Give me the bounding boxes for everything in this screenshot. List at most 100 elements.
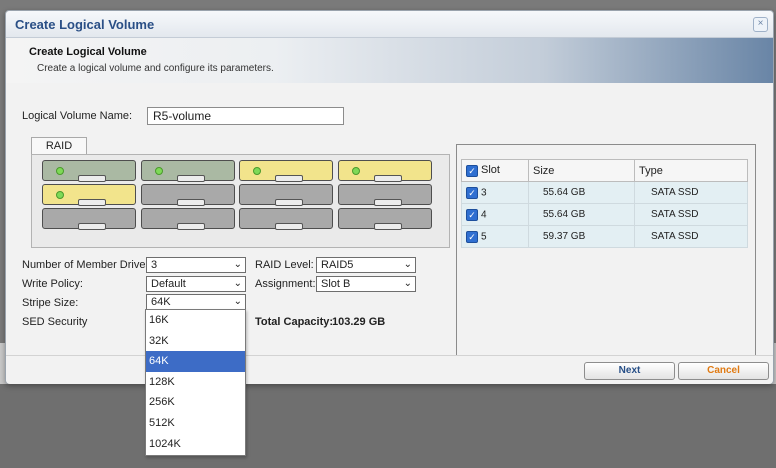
tab-raid[interactable]: RAID xyxy=(31,137,87,155)
drive-handle-icon xyxy=(275,223,303,230)
dropdown-option[interactable]: 64K xyxy=(146,351,245,372)
status-led-icon xyxy=(351,167,360,175)
drive-handle-icon xyxy=(78,175,106,182)
background-overlay xyxy=(0,384,776,468)
drive-handle-icon xyxy=(78,223,106,230)
stripe-size-value: 64K xyxy=(151,296,171,308)
drive-bay xyxy=(239,208,333,230)
dialog-title: Create Logical Volume xyxy=(15,17,155,32)
stripe-size-label: Stripe Size: xyxy=(22,297,79,309)
volume-name-input[interactable]: R5-volume xyxy=(147,107,344,125)
type-column-header[interactable]: Type xyxy=(634,159,748,182)
slot-cell: ✓ 4 xyxy=(461,203,529,226)
slot-cell: ✓ 5 xyxy=(461,225,529,248)
drive-handle-icon xyxy=(78,199,106,206)
dropdown-option[interactable]: 32K xyxy=(146,331,245,352)
stripe-size-dropdown: 16K 32K 64K 128K 256K 512K 1024K xyxy=(145,309,246,456)
write-policy-label: Write Policy: xyxy=(22,278,83,290)
status-led-icon xyxy=(154,167,163,175)
slot-table-header: ✓ Slot Size Type xyxy=(461,159,748,182)
slot-table: ✓ Slot Size Type ✓ 3 55.64 GB SATA SSD ✓ 4 55.6… xyxy=(461,159,748,248)
status-led-icon xyxy=(56,167,64,175)
drive-bay xyxy=(140,208,235,230)
write-policy-select[interactable]: Default ⌄ xyxy=(146,276,246,292)
drive-bay xyxy=(337,208,432,230)
assignment-label: Assignment: xyxy=(255,278,316,290)
assignment-value: Slot B xyxy=(321,278,351,290)
raid-level-label: RAID Level: xyxy=(255,259,314,271)
drive-bay[interactable] xyxy=(42,184,136,206)
chevron-down-icon: ⌄ xyxy=(233,259,242,270)
drive-handle-icon xyxy=(176,223,205,230)
assignment-select[interactable]: Slot B ⌄ xyxy=(316,276,416,292)
volume-name-label: Logical Volume Name: xyxy=(22,110,133,122)
create-logical-volume-dialog: Create Logical Volume × Create Logical V… xyxy=(5,10,774,384)
dropdown-option[interactable]: 512K xyxy=(146,413,245,434)
drive-bay[interactable] xyxy=(239,160,333,182)
drive-bay[interactable] xyxy=(140,160,235,182)
header-title: Create Logical Volume xyxy=(29,46,147,58)
drive-bay[interactable] xyxy=(337,160,432,182)
drive-handle-icon xyxy=(176,199,205,206)
slot-cell: ✓ 3 xyxy=(461,181,529,204)
type-cell: SATA SSD xyxy=(634,181,748,204)
drive-handle-icon xyxy=(275,175,303,182)
member-drives-select[interactable]: 3 ⌄ xyxy=(146,257,246,273)
status-led-icon xyxy=(56,191,64,199)
dropdown-option[interactable]: 1024K xyxy=(146,434,245,455)
size-cell: 59.37 GB xyxy=(528,225,635,248)
drive-bay xyxy=(239,184,333,206)
slot-number: 4 xyxy=(481,209,487,221)
drive-bay-panel xyxy=(31,154,450,248)
member-drives-value: 3 xyxy=(151,259,158,271)
drive-bay xyxy=(337,184,432,206)
dropdown-option[interactable]: 16K xyxy=(146,310,245,331)
size-column-header[interactable]: Size xyxy=(528,159,635,182)
stripe-size-select[interactable]: 64K ⌄ xyxy=(146,294,246,310)
header-subtitle: Create a logical volume and configure it… xyxy=(37,63,274,74)
size-cell: 55.64 GB xyxy=(528,181,635,204)
slot-header-label: Slot xyxy=(481,164,500,177)
type-cell: SATA SSD xyxy=(634,203,748,226)
raid-level-value: RAID5 xyxy=(321,259,354,271)
sed-security-label: SED Security xyxy=(22,316,88,328)
checkbox-icon[interactable]: ✓ xyxy=(466,164,478,177)
drive-handle-icon xyxy=(176,175,205,182)
write-policy-value: Default xyxy=(151,278,186,290)
chevron-down-icon: ⌄ xyxy=(233,296,242,307)
checkbox-icon[interactable]: ✓ xyxy=(466,230,478,243)
total-capacity-value: 103.29 GB xyxy=(332,316,386,328)
slot-panel: ✓ Slot Size Type ✓ 3 55.64 GB SATA SSD ✓ 4 55.6… xyxy=(456,144,756,356)
status-led-icon xyxy=(253,167,261,175)
dialog-header: Create Logical Volume Create a logical v… xyxy=(6,38,773,83)
drive-handle-icon xyxy=(373,175,402,182)
drive-bay[interactable] xyxy=(42,160,136,182)
checkbox-icon[interactable]: ✓ xyxy=(466,186,478,199)
drive-handle-icon xyxy=(373,199,402,206)
table-row[interactable]: ✓ 3 55.64 GB SATA SSD xyxy=(461,181,748,204)
table-row[interactable]: ✓ 5 59.37 GB SATA SSD xyxy=(461,225,748,248)
chevron-down-icon: ⌄ xyxy=(233,278,242,289)
total-capacity-label: Total Capacity: xyxy=(255,316,334,328)
dialog-footer: Next Cancel xyxy=(6,355,773,384)
dropdown-option[interactable]: 128K xyxy=(146,372,245,393)
slot-number: 3 xyxy=(481,187,487,199)
drive-bay xyxy=(42,208,136,230)
drive-bay xyxy=(140,184,235,206)
size-cell: 55.64 GB xyxy=(528,203,635,226)
raid-level-select[interactable]: RAID5 ⌄ xyxy=(316,257,416,273)
close-icon[interactable]: × xyxy=(753,17,768,32)
chevron-down-icon: ⌄ xyxy=(403,259,412,270)
drive-handle-icon xyxy=(275,199,303,206)
dropdown-option[interactable]: 256K xyxy=(146,392,245,413)
next-button[interactable]: Next xyxy=(584,362,675,380)
drive-handle-icon xyxy=(373,223,402,230)
dialog-titlebar: Create Logical Volume × xyxy=(6,11,773,38)
slot-column-header[interactable]: ✓ Slot xyxy=(461,159,529,182)
slot-number: 5 xyxy=(481,231,487,243)
member-drives-label: Number of Member Drives: xyxy=(22,259,155,271)
type-cell: SATA SSD xyxy=(634,225,748,248)
checkbox-icon[interactable]: ✓ xyxy=(466,208,478,221)
cancel-button[interactable]: Cancel xyxy=(678,362,769,380)
table-row[interactable]: ✓ 4 55.64 GB SATA SSD xyxy=(461,203,748,226)
